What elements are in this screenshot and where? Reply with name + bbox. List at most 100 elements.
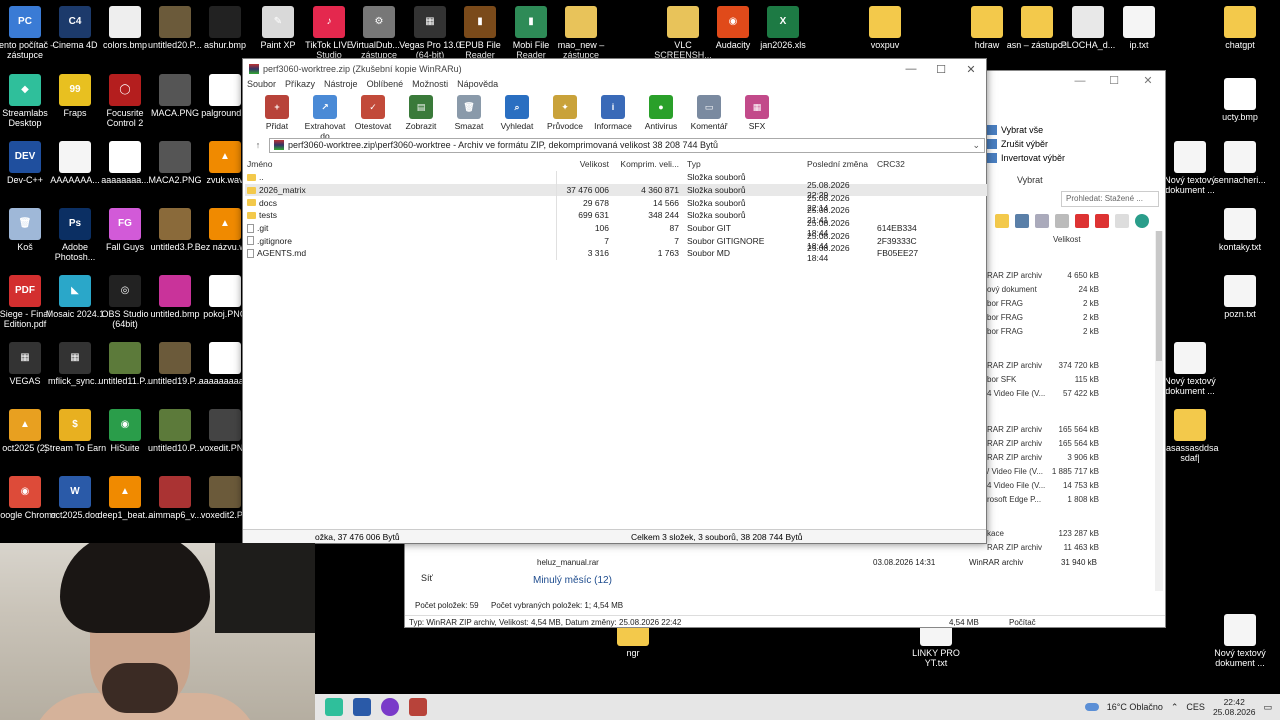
maximize-icon[interactable]: ☐	[1097, 71, 1131, 93]
column-type[interactable]: Typ	[681, 159, 803, 169]
toolbar-button[interactable]: ▦ SFX	[733, 95, 781, 133]
menu-item[interactable]: Možnosti	[412, 79, 448, 93]
desktop-icon[interactable]: sasassasddsa sdaf|	[1157, 409, 1223, 463]
explorer-file-row[interactable]: RAR ZIP archiv 3 906 kB	[987, 453, 1099, 467]
file-row[interactable]: 2026_matrix 37 476 006 4 360 871 Složka sou…	[245, 180, 987, 200]
network-nav-item[interactable]: Síť	[421, 573, 433, 583]
desktop-icon[interactable]: ucty.bmp	[1207, 78, 1273, 122]
invert-selection-button[interactable]: Invertovat výběr	[987, 153, 1163, 163]
explorer-file-row[interactable]: RAR ZIP archiv 165 564 kB	[987, 439, 1099, 453]
new-folder-icon[interactable]	[995, 214, 1009, 228]
title-bar[interactable]: perf3060-worktree.zip (Zkušební kopie Wi…	[243, 59, 986, 79]
toolbar-button[interactable]: ▤ Zobrazit	[397, 95, 445, 133]
column-crc[interactable]: CRC32	[871, 159, 931, 169]
cut-icon[interactable]	[1015, 214, 1029, 228]
column-name[interactable]: Jméno	[245, 157, 557, 171]
menu-item[interactable]: Nápověda	[457, 79, 498, 93]
size-column-header[interactable]: Velikost	[1053, 235, 1081, 244]
file-row[interactable]: .git 106 87 Soubor GIT 25.08.2026 18:44 614EB…	[245, 218, 987, 238]
desktop-icon[interactable]: Nový textový dokument ...	[1157, 342, 1223, 396]
check-icon[interactable]	[1095, 214, 1109, 228]
toolbar-button[interactable]: ● Antivirus	[637, 95, 685, 133]
chevron-down-icon[interactable]: ⌄	[972, 140, 984, 151]
winrar-window[interactable]: perf3060-worktree.zip (Zkušební kopie Wi…	[242, 58, 987, 544]
column-packed[interactable]: Komprim. veli...	[611, 159, 681, 169]
explorer-file-row[interactable]: ový dokument 24 kB	[987, 285, 1099, 299]
vertical-scrollbar[interactable]	[1155, 231, 1163, 591]
explorer-file-row[interactable]: bor FRAG 2 kB	[987, 299, 1099, 313]
menu-item[interactable]: Soubor	[247, 79, 276, 93]
globe-icon[interactable]	[1135, 214, 1149, 228]
search-input[interactable]: Prohledat: Stažené ...	[1061, 191, 1159, 207]
select-none-button[interactable]: Zrušit výběr	[987, 139, 1163, 149]
desktop-icon[interactable]: kontaky.txt	[1207, 208, 1273, 252]
rename-icon[interactable]	[1115, 214, 1129, 228]
up-arrow-icon[interactable]: ↑	[247, 140, 269, 150]
taskbar-app-icon[interactable]	[353, 698, 371, 716]
menu-item[interactable]: Oblíbené	[367, 79, 404, 93]
taskbar-winrar-icon[interactable]	[409, 698, 427, 716]
select-all-button[interactable]: Vybrat vše	[987, 125, 1163, 135]
menu-item[interactable]: Nástroje	[324, 79, 358, 93]
copy-icon[interactable]	[1035, 214, 1049, 228]
explorer-file-row[interactable]: RAR ZIP archiv 374 720 kB	[987, 361, 1099, 375]
notification-icon[interactable]: ▭	[1263, 702, 1272, 713]
toolbar-button[interactable]: ▭ Komentář	[685, 95, 733, 133]
desktop-icon[interactable]: pozn.txt	[1207, 275, 1273, 319]
winrar-logo-icon	[249, 64, 259, 74]
desktop-icon[interactable]: voxpuv	[852, 6, 918, 50]
scrollbar-thumb[interactable]	[1156, 231, 1162, 361]
desktop-icon[interactable]: ip.txt	[1106, 6, 1172, 50]
desktop-icon[interactable]: Nový textový dokument ...	[1207, 614, 1273, 668]
minimize-icon[interactable]: —	[1063, 71, 1097, 93]
maximize-icon[interactable]: ☐	[926, 63, 956, 76]
file-row[interactable]: .. Složka souborů	[245, 171, 987, 184]
weather-text[interactable]: 16°C Oblačno	[1107, 702, 1163, 712]
explorer-heluz-row[interactable]: heluz_manual.rar 03.08.2026 14:31 WinRAR…	[537, 558, 1097, 567]
explorer-file-row[interactable]: bor FRAG 2 kB	[987, 327, 1099, 341]
explorer-file-row[interactable]: 4 Video File (V... 14 753 kB	[987, 481, 1099, 495]
explorer-file-row[interactable]: rosoft Edge P... 1 808 kB	[987, 495, 1099, 509]
explorer-file-row[interactable]: kace 123 287 kB	[987, 529, 1099, 543]
minimize-icon[interactable]: —	[896, 63, 926, 76]
paste-icon[interactable]	[1055, 214, 1069, 228]
file-row[interactable]: docs 29 678 14 566 Složka souborů 25.08.2026…	[245, 193, 987, 213]
close-icon[interactable]: ✕	[956, 63, 986, 76]
explorer-file-row[interactable]: bor FRAG 2 kB	[987, 313, 1099, 327]
desktop-icon[interactable]: chatgpt	[1207, 6, 1273, 50]
toolbar-button[interactable]: i Informace	[589, 95, 637, 133]
desktop-icon[interactable]: Xjan2026.xls	[750, 6, 816, 50]
tray-chevron-icon[interactable]: ⌃	[1171, 702, 1179, 713]
toolbar-button[interactable]: ✓ Otestovat	[349, 95, 397, 133]
taskbar-streamlabs-icon[interactable]	[325, 698, 343, 716]
delete-icon[interactable]	[1075, 214, 1089, 228]
file-row[interactable]: tests 699 631 348 244 Složka souborů 25.08.2…	[245, 205, 987, 225]
menu-item[interactable]: Příkazy	[285, 79, 315, 93]
file-cell: 37 476 006	[566, 185, 609, 196]
explorer-file-row[interactable]: RAR ZIP archiv 11 463 kB	[987, 543, 1099, 557]
taskbar-app2-icon[interactable]	[381, 698, 399, 716]
explorer-file-row[interactable]: / Video File (V... 1 885 717 kB	[987, 467, 1099, 481]
explorer-file-row[interactable]: bor SFK 115 kB	[987, 375, 1099, 389]
file-cell: Složka souborů	[687, 197, 746, 208]
close-icon[interactable]: ✕	[1131, 71, 1165, 93]
desktop-icon[interactable]: mao_new – zástupce	[548, 6, 614, 60]
explorer-file-row[interactable]: RAR ZIP archiv 4 650 kB	[987, 271, 1099, 285]
clock[interactable]: 22:42 25.08.2026	[1213, 697, 1256, 717]
file-name: .gitignore	[257, 235, 292, 246]
explorer-file-row[interactable]: 4 Video File (V... 57 422 kB	[987, 389, 1099, 403]
group-header-last-month[interactable]: Minulý měsíc (12)	[533, 575, 612, 586]
file-row[interactable]: .gitignore 7 7 Soubor GITIGNORE 25.08.2026 1…	[245, 231, 987, 251]
column-size[interactable]: Velikost	[557, 159, 611, 169]
language-indicator[interactable]: CES	[1186, 702, 1205, 712]
toolbar-button[interactable]: ✦ Průvodce	[541, 95, 589, 133]
path-field[interactable]: perf3060-worktree.zip\perf3060-worktree …	[269, 137, 985, 153]
column-modified[interactable]: Poslední změna	[803, 159, 871, 169]
desktop-icon[interactable]: sennacheri...	[1207, 141, 1273, 185]
file-row[interactable]: AGENTS.md 3 316 1 763 Soubor MD 25.08.2026 1…	[245, 243, 987, 263]
explorer-file-row[interactable]: RAR ZIP archiv 165 564 kB	[987, 425, 1099, 439]
toolbar-button[interactable]: ⌕ Vyhledat	[493, 95, 541, 133]
toolbar-button[interactable]: ↗ Extrahovat do	[301, 95, 349, 141]
toolbar-button[interactable]: + Přidat	[253, 95, 301, 133]
toolbar-button[interactable]: 🗑 Smazat	[445, 95, 493, 133]
